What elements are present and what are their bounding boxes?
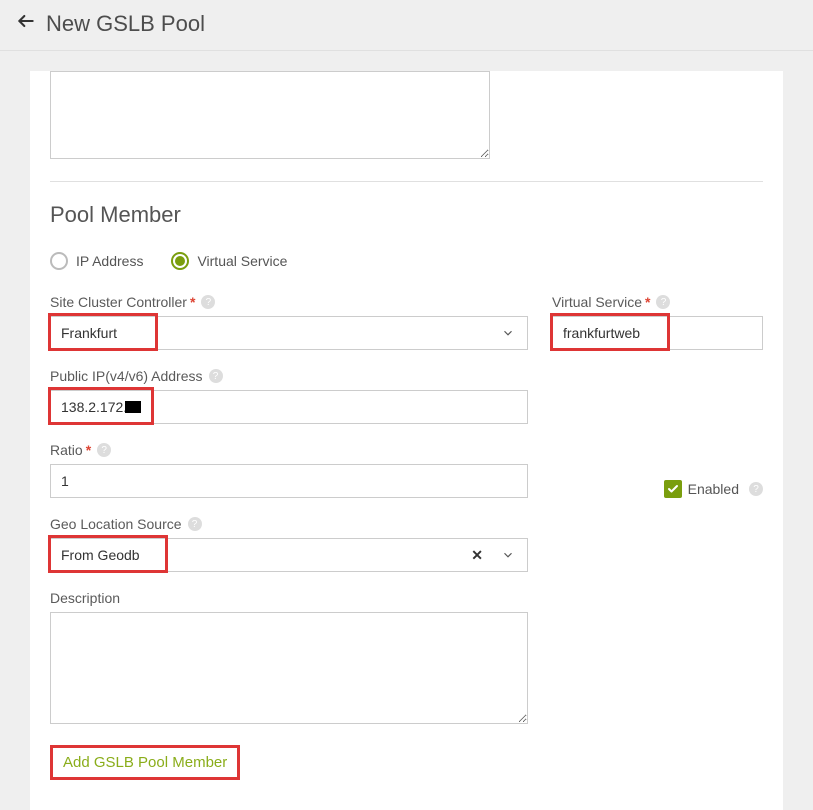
top-textarea[interactable] [50,71,490,159]
section-title: Pool Member [50,202,763,228]
section-divider [50,181,763,182]
radio-vs-label: Virtual Service [197,253,287,269]
form-panel: Pool Member IP Address Virtual Service S… [30,71,783,810]
help-icon[interactable]: ? [656,295,670,309]
enabled-toggle[interactable]: Enabled ? [664,480,763,498]
clear-icon[interactable]: ✕ [471,547,483,564]
description-label: Description [50,590,763,606]
ratio-label: Ratio* ? [50,442,763,458]
back-arrow-icon[interactable] [16,10,36,38]
redacted-block [125,401,141,413]
site-cluster-value: Frankfurt [61,325,517,341]
help-icon[interactable]: ? [209,369,223,383]
help-icon[interactable]: ? [201,295,215,309]
description-textarea[interactable] [50,612,528,724]
help-icon[interactable]: ? [188,517,202,531]
geo-location-select[interactable]: From Geodb ✕ [50,538,528,572]
help-icon[interactable]: ? [97,443,111,457]
virtual-service-input[interactable] [552,316,763,350]
chevron-down-icon [501,326,515,340]
radio-ip-label: IP Address [76,253,143,269]
enabled-label: Enabled [688,481,739,497]
highlight-annotation: Add GSLB Pool Member [50,745,240,780]
radio-virtual-service[interactable]: Virtual Service [171,252,287,270]
geo-location-label: Geo Location Source ? [50,516,763,532]
radio-checked-icon [171,252,189,270]
page-title: New GSLB Pool [46,11,205,37]
add-pool-member-link[interactable]: Add GSLB Pool Member [53,748,237,777]
site-cluster-select[interactable]: Frankfurt [50,316,528,350]
ratio-input[interactable] [50,464,528,498]
help-icon[interactable]: ? [749,482,763,496]
member-type-radio-group: IP Address Virtual Service [50,252,763,270]
site-cluster-label: Site Cluster Controller* ? [50,294,528,310]
radio-unchecked-icon [50,252,68,270]
virtual-service-label: Virtual Service* ? [552,294,763,310]
radio-ip-address[interactable]: IP Address [50,252,143,270]
geo-value: From Geodb [61,547,471,563]
chevron-down-icon [501,548,515,562]
public-ip-label: Public IP(v4/v6) Address ? [50,368,763,384]
public-ip-input[interactable] [50,390,528,424]
checkbox-checked-icon [664,480,682,498]
page-header: New GSLB Pool [0,0,813,51]
